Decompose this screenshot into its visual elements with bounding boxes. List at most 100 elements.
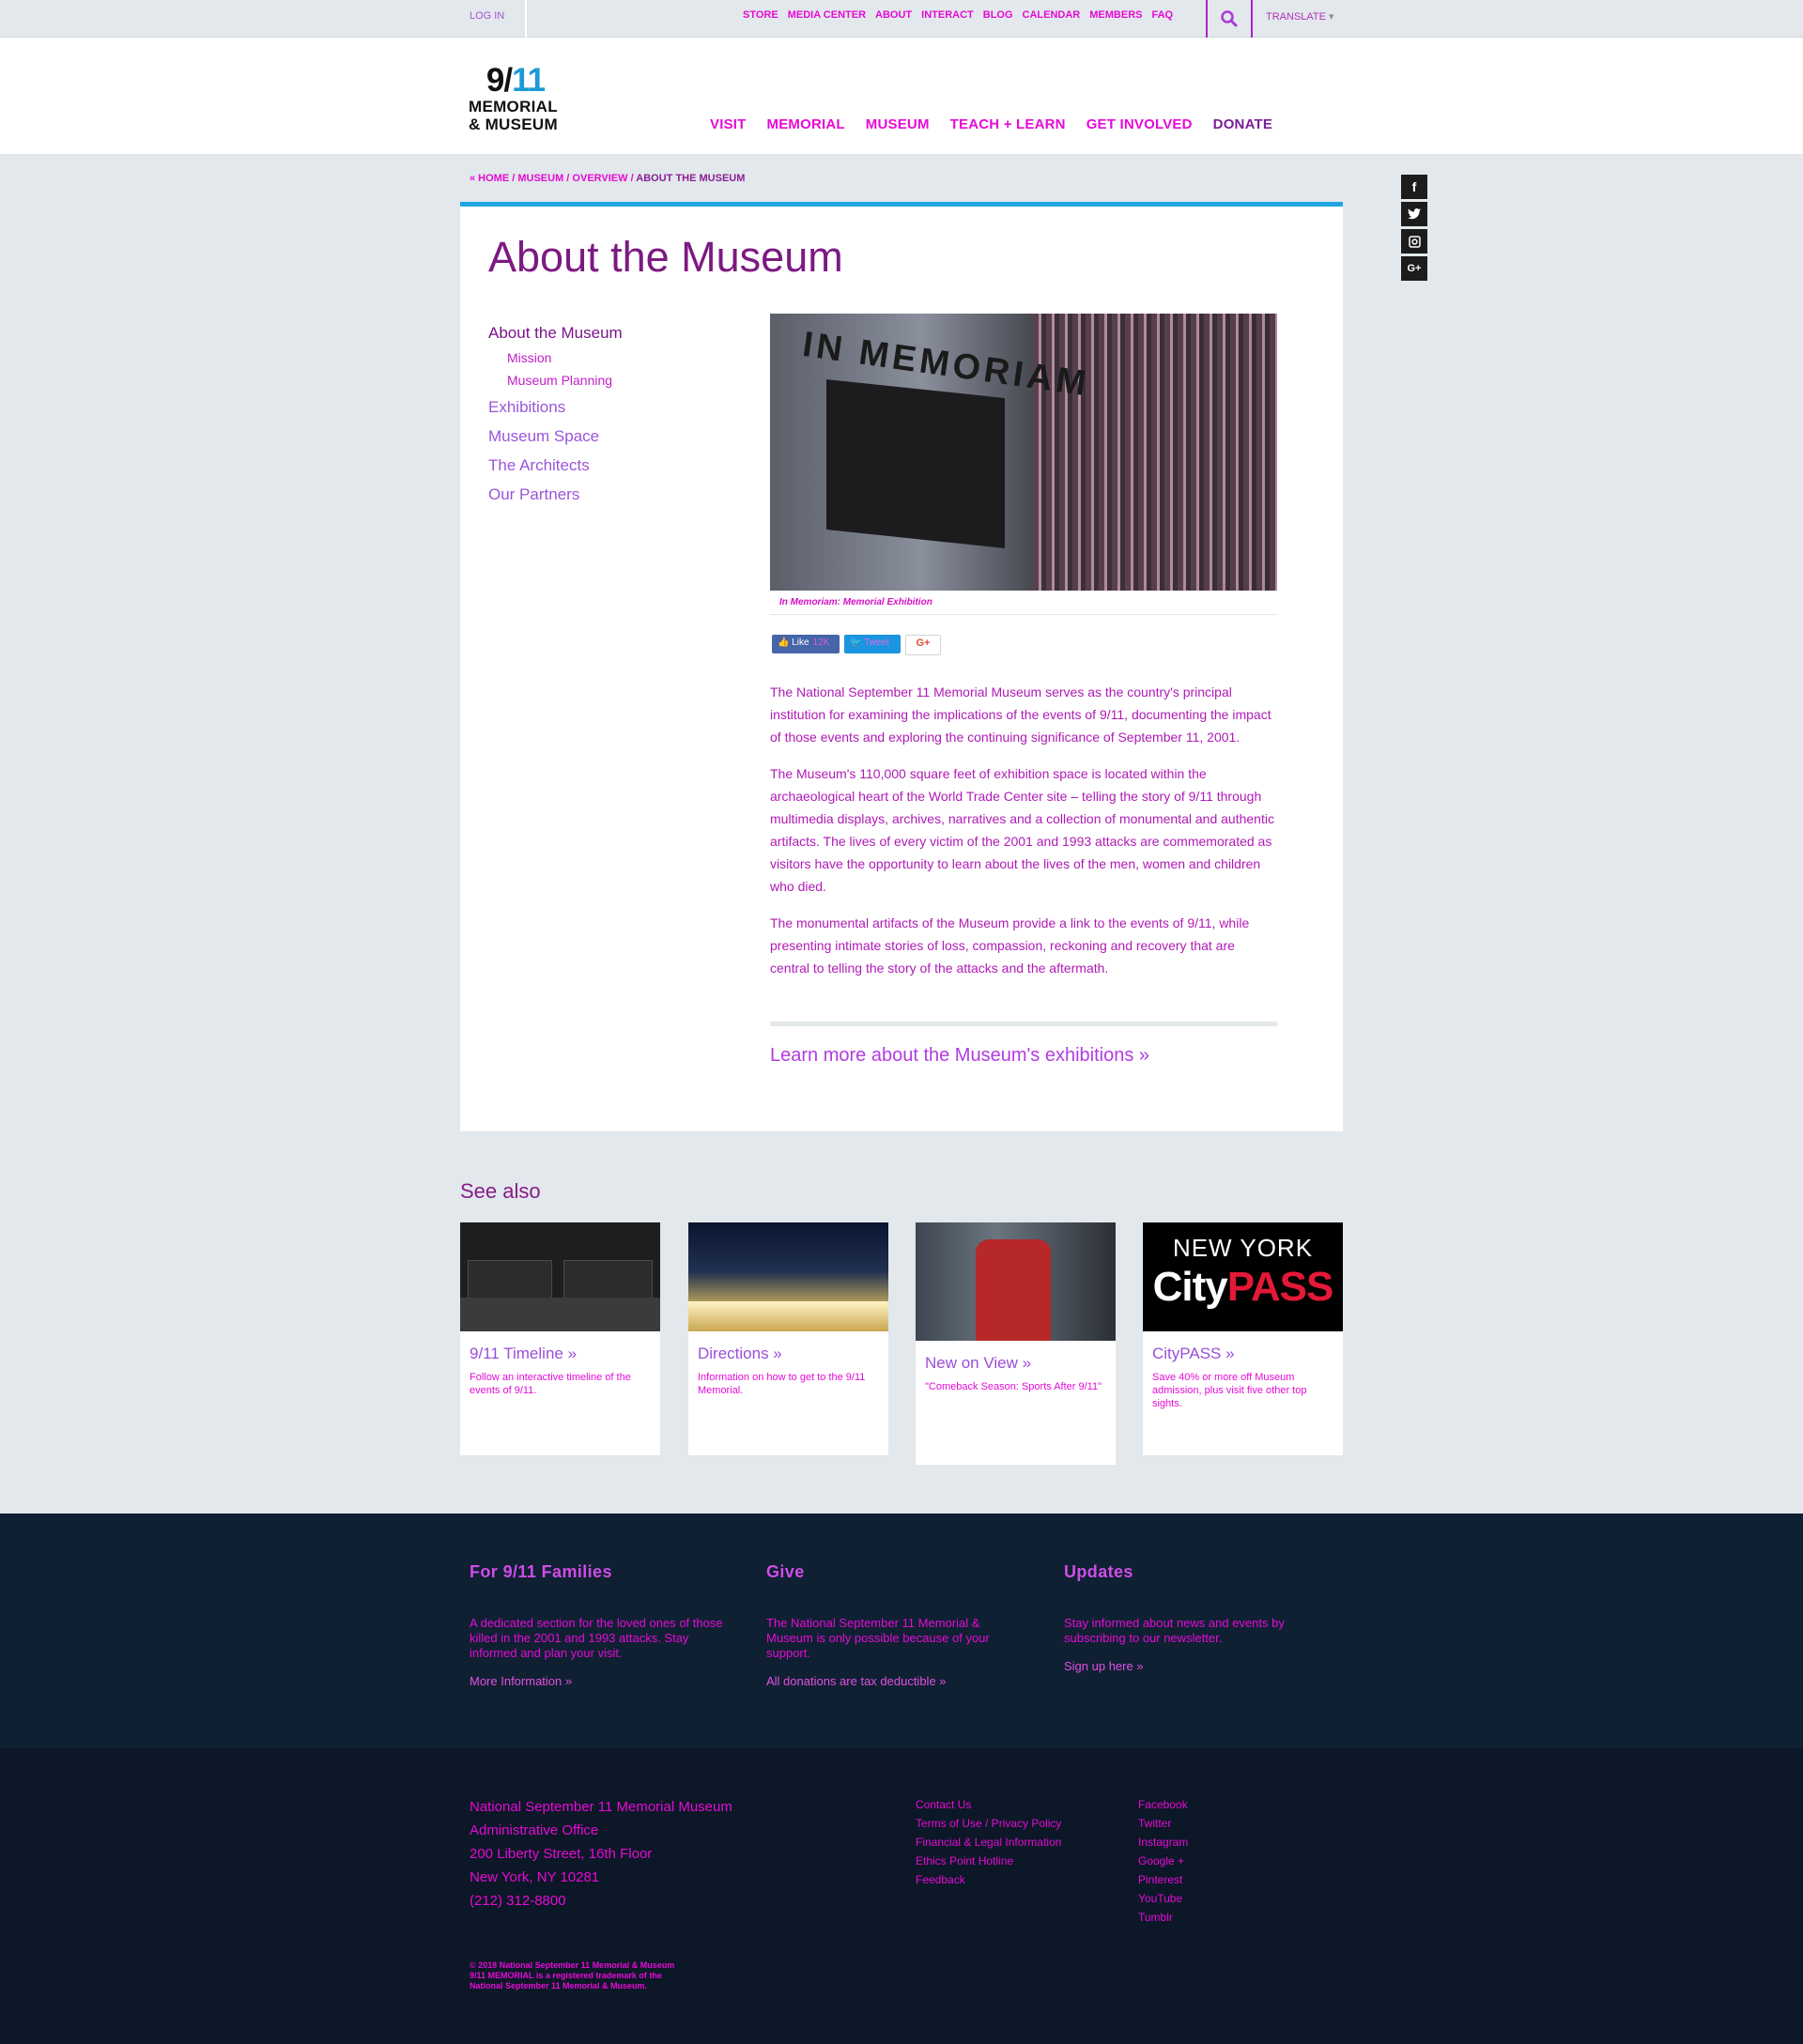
tile-title[interactable]: New on View »	[925, 1354, 1116, 1373]
twitter-icon: 🐦	[850, 638, 862, 648]
tile-new-on-view[interactable]: New on View » "Comeback Season: Sports A…	[916, 1222, 1116, 1465]
footer-heading: Give	[766, 1562, 805, 1581]
footer-link-feedback[interactable]: Feedback	[916, 1870, 1061, 1889]
footer-link-google-plus[interactable]: Google +	[1138, 1852, 1188, 1870]
utility-nav-calendar[interactable]: CALENDAR	[1023, 9, 1081, 21]
copyright-line: 9/11 MEMORIAL is a registered trademark …	[470, 1971, 662, 1980]
footer-link-facebook[interactable]: Facebook	[1138, 1795, 1188, 1814]
utility-nav-media-center[interactable]: MEDIA CENTER	[788, 9, 866, 21]
tile-directions[interactable]: Directions » Information on how to get t…	[688, 1222, 888, 1455]
breadcrumb-museum[interactable]: MUSEUM	[517, 173, 563, 184]
instagram-icon[interactable]	[1401, 229, 1427, 254]
utility-nav: STORE MEDIA CENTER ABOUT INTERACT BLOG C…	[743, 9, 1173, 21]
main-nav-donate[interactable]: DONATE	[1213, 116, 1272, 132]
utility-nav-blog[interactable]: BLOG	[983, 9, 1013, 21]
subnav-mission[interactable]: Mission	[507, 350, 623, 365]
memorial-plaque	[826, 379, 1005, 548]
logo-nine: 9	[485, 62, 504, 99]
facebook-icon[interactable]: f	[1401, 175, 1427, 199]
logo-number: 9/11	[469, 64, 562, 98]
main-nav-visit[interactable]: VISIT	[710, 116, 747, 132]
footer-link-tumblr[interactable]: Tumblr	[1138, 1908, 1188, 1927]
main-nav-museum[interactable]: MUSEUM	[866, 116, 930, 132]
footer-link-twitter[interactable]: Twitter	[1138, 1814, 1188, 1833]
social-sidebar: f G+	[1401, 175, 1427, 284]
citypass-pass: PASS	[1226, 1264, 1334, 1310]
paragraph: The Museum's 110,000 square feet of exhi…	[770, 766, 1274, 894]
article-body: The National September 11 Memorial Museu…	[770, 681, 1277, 993]
divider	[770, 1022, 1277, 1026]
content-card: About the Museum About the Museum Missio…	[460, 202, 1343, 1131]
tile-citypass[interactable]: NEW YORK CityPASS CityPASS » Save 40% or…	[1143, 1222, 1343, 1455]
hero-image: IN MEMORIAM	[770, 314, 1277, 591]
tile-title[interactable]: CityPASS »	[1152, 1345, 1343, 1363]
footer-families: For 9/11 Families A dedicated section fo…	[470, 1562, 723, 1688]
address-line: National September 11 Memorial Museum	[470, 1799, 732, 1815]
more-information-link[interactable]: More Information »	[470, 1674, 723, 1688]
footer-link-pinterest[interactable]: Pinterest	[1138, 1870, 1188, 1889]
facebook-like-button[interactable]: 👍 Like 12K	[772, 635, 840, 653]
subnav-museum-planning[interactable]: Museum Planning	[507, 373, 623, 388]
breadcrumb-home[interactable]: « HOME	[470, 173, 509, 184]
donations-link[interactable]: All donations are tax deductible »	[766, 1674, 1020, 1688]
new-on-view-thumbnail	[916, 1222, 1116, 1341]
phone-number[interactable]: (212) 312-8800	[470, 1889, 732, 1913]
subnav-museum-space[interactable]: Museum Space	[488, 427, 623, 446]
breadcrumb-overview[interactable]: OVERVIEW	[572, 173, 627, 184]
footer-updates: Updates Stay informed about news and eve…	[1064, 1562, 1318, 1673]
footer-promo: For 9/11 Families A dedicated section fo…	[0, 1514, 1803, 1748]
utility-nav-faq[interactable]: FAQ	[1152, 9, 1174, 21]
footer-link-financial[interactable]: Financial & Legal Information	[916, 1833, 1061, 1852]
utility-nav-store[interactable]: STORE	[743, 9, 778, 21]
footer-link-ethics[interactable]: Ethics Point Hotline	[916, 1852, 1061, 1870]
tweet-label: Tweet	[864, 638, 889, 648]
subnav-about-the-museum[interactable]: About the Museum	[488, 324, 623, 343]
google-plus-button[interactable]: G+	[905, 635, 941, 655]
twitter-icon[interactable]	[1401, 202, 1427, 226]
learn-more-link[interactable]: Learn more about the Museum's exhibition…	[770, 1045, 1149, 1067]
tile-description: Follow an interactive timeline of the ev…	[470, 1372, 631, 1396]
google-plus-icon[interactable]: G+	[1401, 256, 1427, 281]
timeline-thumbnail	[460, 1222, 660, 1331]
copyright-line: © 2018 National September 11 Memorial & …	[470, 1960, 675, 1970]
newsletter-signup-link[interactable]: Sign up here »	[1064, 1659, 1318, 1673]
subnav-exhibitions[interactable]: Exhibitions	[488, 398, 623, 417]
section-subnav: About the Museum Mission Museum Planning…	[488, 324, 623, 504]
like-label: Like	[792, 638, 809, 648]
tile-description: Information on how to get to the 9/11 Me…	[698, 1372, 866, 1396]
logo-eleven: 11	[512, 62, 546, 99]
jersey-artifact	[976, 1239, 1051, 1341]
footer-link-terms[interactable]: Terms of Use / Privacy Policy	[916, 1814, 1061, 1833]
divider	[770, 614, 1277, 615]
footer-address: National September 11 Memorial Museum Ad…	[470, 1795, 732, 1913]
divider	[525, 0, 527, 38]
tile-title[interactable]: Directions »	[698, 1345, 888, 1363]
tile-title[interactable]: 9/11 Timeline »	[470, 1345, 660, 1363]
login-link[interactable]: LOG IN	[470, 10, 504, 22]
breadcrumb-current: ABOUT THE MUSEUM	[636, 173, 746, 184]
subnav-our-partners[interactable]: Our Partners	[488, 485, 623, 504]
search-icon	[1221, 10, 1238, 27]
tile-timeline[interactable]: 9/11 Timeline » Follow an interactive ti…	[460, 1222, 660, 1455]
main-nav-memorial[interactable]: MEMORIAL	[767, 116, 845, 132]
footer-text: Stay informed about news and events by s…	[1064, 1616, 1285, 1645]
search-button[interactable]	[1206, 0, 1253, 38]
footer-link-contact[interactable]: Contact Us	[916, 1795, 1061, 1814]
main-nav-get-involved[interactable]: GET INVOLVED	[1086, 116, 1193, 132]
breadcrumb: « HOME / MUSEUM / OVERVIEW / ABOUT THE M…	[470, 173, 745, 184]
footer-links: Contact Us Terms of Use / Privacy Policy…	[916, 1795, 1061, 1889]
main-nav-teach-learn[interactable]: TEACH + LEARN	[950, 116, 1066, 132]
utility-nav-about[interactable]: ABOUT	[875, 9, 912, 21]
footer-link-youtube[interactable]: YouTube	[1138, 1889, 1188, 1908]
utility-nav-interact[interactable]: INTERACT	[921, 9, 974, 21]
utility-nav-members[interactable]: MEMBERS	[1089, 9, 1142, 21]
translate-dropdown[interactable]: TRANSLATE ▾	[1266, 10, 1334, 23]
footer-link-instagram[interactable]: Instagram	[1138, 1833, 1188, 1852]
tweet-button[interactable]: 🐦 Tweet	[844, 635, 901, 653]
main-nav: VISIT MEMORIAL MUSEUM TEACH + LEARN GET …	[710, 116, 1272, 132]
subnav-the-architects[interactable]: The Architects	[488, 456, 623, 475]
utility-bar: LOG IN STORE MEDIA CENTER ABOUT INTERACT…	[0, 0, 1803, 38]
logo-line-1: MEMORIAL	[469, 98, 558, 115]
image-caption: In Memoriam: Memorial Exhibition	[779, 597, 932, 607]
site-logo[interactable]: 9/11 MEMORIAL & MUSEUM	[469, 64, 581, 134]
